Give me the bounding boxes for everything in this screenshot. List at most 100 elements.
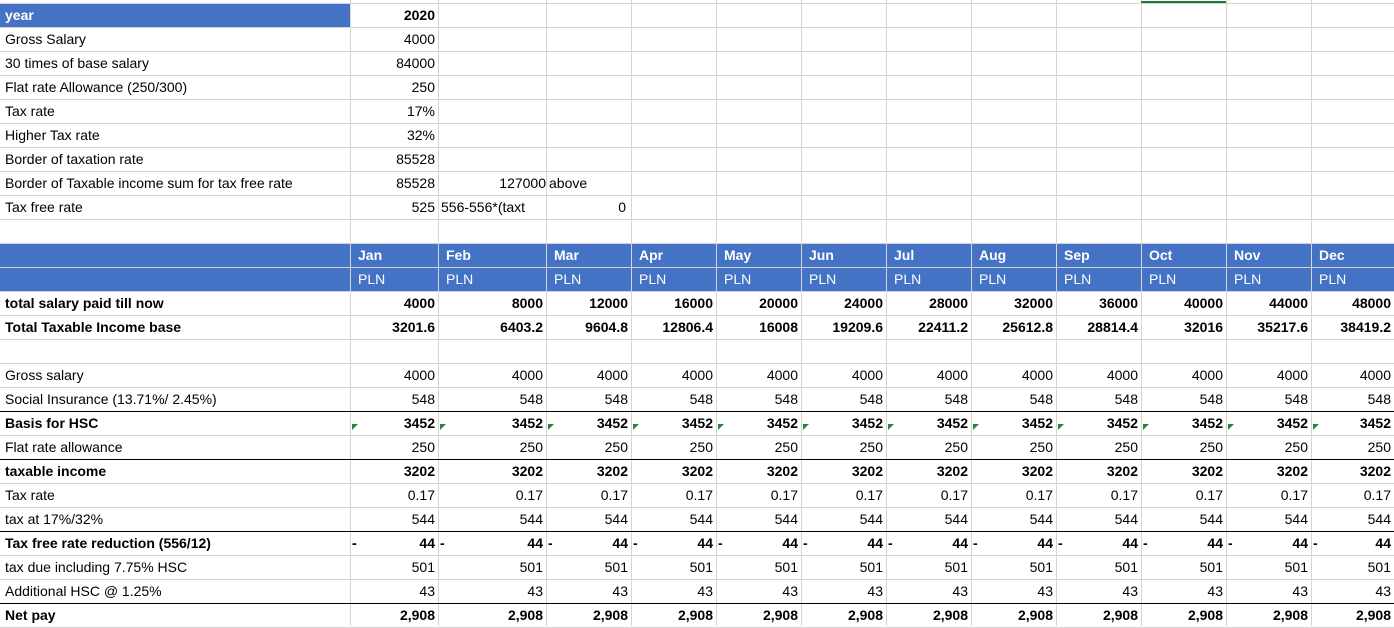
calc-value[interactable]: 544 [438, 507, 546, 531]
param-label[interactable]: Higher Tax rate [0, 123, 350, 147]
calc-label[interactable]: Gross salary [0, 363, 350, 387]
calc-value[interactable]: 44 [1056, 531, 1141, 555]
calc-value[interactable]: 0.17 [886, 483, 971, 507]
calc-value[interactable]: 250 [971, 435, 1056, 459]
calc-label[interactable]: Tax free rate reduction (556/12) [0, 531, 350, 555]
calc-value[interactable]: 501 [971, 555, 1056, 579]
month-header-jan[interactable]: Jan [350, 243, 438, 267]
calc-value[interactable]: 548 [546, 387, 631, 411]
calc-value[interactable]: 0.17 [971, 483, 1056, 507]
calc-label[interactable]: taxable income [0, 459, 350, 483]
summary-value[interactable]: 38419.2 [1311, 315, 1394, 339]
param-value[interactable]: 32% [350, 123, 438, 147]
calc-label[interactable]: Flat rate allowance [0, 435, 350, 459]
calc-value[interactable]: 44 [1141, 531, 1226, 555]
param-label[interactable]: Tax free rate [0, 195, 350, 219]
calc-value[interactable]: 3452 [801, 411, 886, 435]
calc-value[interactable]: 44 [438, 531, 546, 555]
spreadsheet-grid[interactable]: year 2020 Gross Salary 4000 30 times of base… [0, 0, 1394, 628]
calc-value[interactable]: 43 [801, 579, 886, 603]
currency-label[interactable]: PLN [971, 267, 1056, 291]
calc-value[interactable]: 250 [631, 435, 716, 459]
summary-label[interactable]: Total Taxable Income base [0, 315, 350, 339]
summary-value[interactable]: 25612.8 [971, 315, 1056, 339]
calc-value[interactable]: 544 [1141, 507, 1226, 531]
param-label[interactable]: Gross Salary [0, 27, 350, 51]
param-formula-text[interactable]: 556-556*(taxt [438, 195, 546, 219]
calc-value[interactable]: 548 [350, 387, 438, 411]
calc-value[interactable]: 548 [631, 387, 716, 411]
month-header-apr[interactable]: Apr [631, 243, 716, 267]
calc-value[interactable]: 250 [1311, 435, 1394, 459]
param-value[interactable]: 84000 [350, 51, 438, 75]
calc-value[interactable]: 0.17 [1226, 483, 1311, 507]
calc-value[interactable]: 501 [631, 555, 716, 579]
calc-value[interactable]: 44 [1226, 531, 1311, 555]
calc-label[interactable]: Net pay [0, 603, 350, 627]
calc-value[interactable]: 501 [1226, 555, 1311, 579]
summary-value[interactable]: 12000 [546, 291, 631, 315]
calc-value[interactable]: 4000 [1226, 363, 1311, 387]
calc-value[interactable]: 544 [716, 507, 801, 531]
calc-value[interactable]: 4000 [1056, 363, 1141, 387]
calc-label[interactable]: Tax rate [0, 483, 350, 507]
summary-value[interactable]: 19209.6 [801, 315, 886, 339]
currency-label[interactable]: PLN [886, 267, 971, 291]
currency-label[interactable]: PLN [1141, 267, 1226, 291]
currency-label[interactable]: PLN [1226, 267, 1311, 291]
calc-value[interactable]: 0.17 [1141, 483, 1226, 507]
month-header-may[interactable]: May [716, 243, 801, 267]
month-header-jun[interactable]: Jun [801, 243, 886, 267]
calc-value[interactable]: 544 [631, 507, 716, 531]
calc-value[interactable]: 250 [801, 435, 886, 459]
calc-value[interactable]: 43 [438, 579, 546, 603]
summary-value[interactable]: 32000 [971, 291, 1056, 315]
calc-value[interactable]: 3452 [1226, 411, 1311, 435]
currency-label[interactable]: PLN [1311, 267, 1394, 291]
calc-value[interactable]: 43 [350, 579, 438, 603]
calc-value[interactable]: 3202 [886, 459, 971, 483]
calc-value[interactable]: 2,908 [716, 603, 801, 627]
calc-value[interactable]: 3202 [438, 459, 546, 483]
calc-value[interactable]: 4000 [1311, 363, 1394, 387]
calc-value[interactable]: 4000 [716, 363, 801, 387]
calc-value[interactable]: 3202 [350, 459, 438, 483]
currency-label[interactable]: PLN [350, 267, 438, 291]
calc-value[interactable]: 0.17 [1311, 483, 1394, 507]
calc-value[interactable]: 43 [886, 579, 971, 603]
calc-value[interactable]: 3202 [1141, 459, 1226, 483]
calc-value[interactable]: 548 [971, 387, 1056, 411]
summary-value[interactable]: 48000 [1311, 291, 1394, 315]
param-label[interactable]: Flat rate Allowance (250/300) [0, 75, 350, 99]
calc-value[interactable]: 544 [350, 507, 438, 531]
calc-value[interactable]: 501 [1311, 555, 1394, 579]
currency-label[interactable]: PLN [438, 267, 546, 291]
calc-value[interactable]: 544 [886, 507, 971, 531]
calc-value[interactable]: 3202 [801, 459, 886, 483]
calc-value[interactable]: 44 [971, 531, 1056, 555]
calc-value[interactable]: 0.17 [801, 483, 886, 507]
calc-value[interactable]: 3452 [1056, 411, 1141, 435]
calc-value[interactable]: 3452 [350, 411, 438, 435]
calc-value[interactable]: 2,908 [631, 603, 716, 627]
calc-value[interactable]: 0.17 [631, 483, 716, 507]
calc-value[interactable]: 4000 [886, 363, 971, 387]
calc-value[interactable]: 250 [716, 435, 801, 459]
summary-value[interactable]: 28000 [886, 291, 971, 315]
calc-value[interactable]: 43 [1056, 579, 1141, 603]
calc-value[interactable]: 2,908 [1141, 603, 1226, 627]
calc-value[interactable]: 4000 [1141, 363, 1226, 387]
calc-value[interactable]: 2,908 [546, 603, 631, 627]
summary-value[interactable]: 28814.4 [1056, 315, 1141, 339]
calc-value[interactable]: 2,908 [438, 603, 546, 627]
param-header-label[interactable]: year [0, 3, 350, 27]
summary-value[interactable]: 40000 [1141, 291, 1226, 315]
calc-value[interactable]: 544 [1056, 507, 1141, 531]
calc-value[interactable]: 44 [1311, 531, 1394, 555]
calc-value[interactable]: 548 [1141, 387, 1226, 411]
summary-value[interactable]: 44000 [1226, 291, 1311, 315]
calc-value[interactable]: 3452 [716, 411, 801, 435]
calc-value[interactable]: 250 [886, 435, 971, 459]
calc-value[interactable]: 43 [1311, 579, 1394, 603]
summary-label[interactable]: total salary paid till now [0, 291, 350, 315]
